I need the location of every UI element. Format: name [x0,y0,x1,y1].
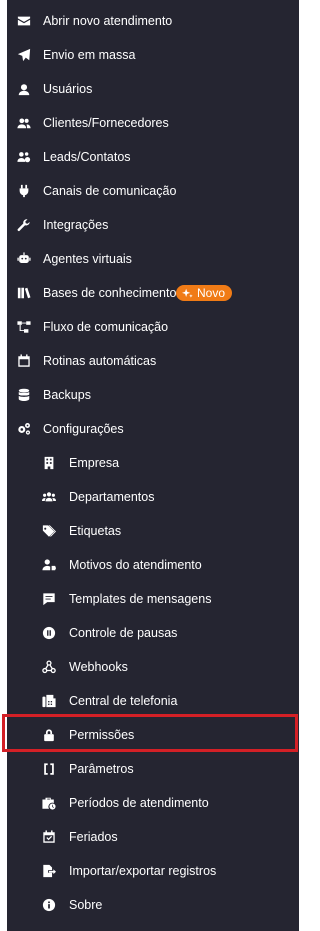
submenu-label: Importar/exportar registros [69,864,217,878]
menu-label: Leads/Contatos [43,150,131,164]
submenu-item-motivos[interactable]: Motivos do atendimento [7,548,299,582]
calendar-icon [17,354,31,368]
submenu-item-templates[interactable]: Templates de mensagens [7,582,299,616]
sidebar-nav: Abrir novo atendimento Envio em massa Us… [2,0,299,931]
paper-plane-icon [17,48,31,62]
new-badge: Novo [176,285,233,301]
book-library-icon [17,286,31,300]
submenu-label: Sobre [69,898,103,912]
submenu-item-parametros[interactable]: Parâmetros [7,752,299,786]
submenu-item-permissoes[interactable]: Permissões [7,718,299,752]
submenu-item-empresa[interactable]: Empresa [7,446,299,480]
menu-label: Integrações [43,218,109,232]
submenu-label: Webhooks [69,660,128,674]
users-group-icon [42,490,56,504]
menu-label: Envio em massa [43,48,136,62]
submenu-label: Templates de mensagens [69,592,212,606]
menu-item-clientes[interactable]: Clientes/Fornecedores [7,106,299,140]
submenu-label: Feriados [69,830,118,844]
submenu-item-feriados[interactable]: Feriados [7,820,299,854]
pause-circle-icon [42,626,56,640]
envelope-icon [17,14,31,28]
submenu-item-pausas[interactable]: Controle de pausas [7,616,299,650]
menu-label: Configurações [43,422,124,436]
database-icon [17,388,31,402]
menu-item-usuarios[interactable]: Usuários [7,72,299,106]
submenu-item-sobre[interactable]: Sobre [7,888,299,922]
file-export-icon [42,864,56,878]
cogs-icon [17,422,31,436]
menu-label: Agentes virtuais [43,252,132,266]
submenu-label: Central de telefonia [69,694,178,708]
submenu-label: Períodos de atendimento [69,796,209,810]
menu-item-envio-massa[interactable]: Envio em massa [7,38,299,72]
submenu-label: Etiquetas [69,524,122,538]
tags-icon [42,524,56,538]
submenu-label: Motivos do atendimento [69,558,202,572]
menu-label: Fluxo de comunicação [43,320,169,334]
brackets-icon [42,762,56,776]
menu-item-abrir-atendimento[interactable]: Abrir novo atendimento [7,4,299,38]
menu-label: Canais de comunicação [43,184,177,198]
submenu-item-etiquetas[interactable]: Etiquetas [7,514,299,548]
menu-item-integracoes[interactable]: Integrações [7,208,299,242]
menu-item-agentes[interactable]: Agentes virtuais [7,242,299,276]
flow-diagram-icon [17,320,31,334]
briefcase-clock-icon [42,796,56,810]
calendar-check-icon [42,830,56,844]
robot-icon [17,252,31,266]
message-icon [42,592,56,606]
plug-icon [17,184,31,198]
menu-item-bases[interactable]: Bases de conhecimento Novo [7,276,299,310]
submenu-label: Empresa [69,456,120,470]
building-icon [42,456,56,470]
submenu-label: Parâmetros [69,762,134,776]
submenu-label: Departamentos [69,490,155,504]
wrench-icon [17,218,31,232]
submenu-item-periodos[interactable]: Períodos de atendimento [7,786,299,820]
menu-label: Rotinas automáticas [43,354,157,368]
menu-item-rotinas[interactable]: Rotinas automáticas [7,344,299,378]
menu-label: Usuários [43,82,93,96]
menu-item-backups[interactable]: Backups [7,378,299,412]
submenu-item-webhooks[interactable]: Webhooks [7,650,299,684]
menu-label: Abrir novo atendimento [43,14,173,28]
submenu-item-importar[interactable]: Importar/exportar registros [7,854,299,888]
menu-label: Backups [43,388,91,402]
submenu-item-telefonia[interactable]: Central de telefonia [7,684,299,718]
users-cog-icon [17,150,31,164]
lock-icon [42,728,56,742]
menu-item-configuracoes[interactable]: Configurações [7,412,299,446]
fax-phone-icon [42,694,56,708]
submenu-label: Permissões [69,728,135,742]
menu-item-fluxo[interactable]: Fluxo de comunicação [7,310,299,344]
user-tag-icon [42,558,56,572]
menu-item-canais[interactable]: Canais de comunicação [7,174,299,208]
users-icon [17,116,31,130]
menu-item-leads[interactable]: Leads/Contatos [7,140,299,174]
submenu-item-departamentos[interactable]: Departamentos [7,480,299,514]
user-headset-icon [17,82,31,96]
info-circle-icon [42,898,56,912]
badge-label: Novo [197,286,226,300]
sparkle-icon [182,288,193,298]
menu-label: Bases de conhecimento [43,286,177,300]
submenu-label: Controle de pausas [69,626,178,640]
menu-label: Clientes/Fornecedores [43,116,169,130]
webhook-icon [42,660,56,674]
